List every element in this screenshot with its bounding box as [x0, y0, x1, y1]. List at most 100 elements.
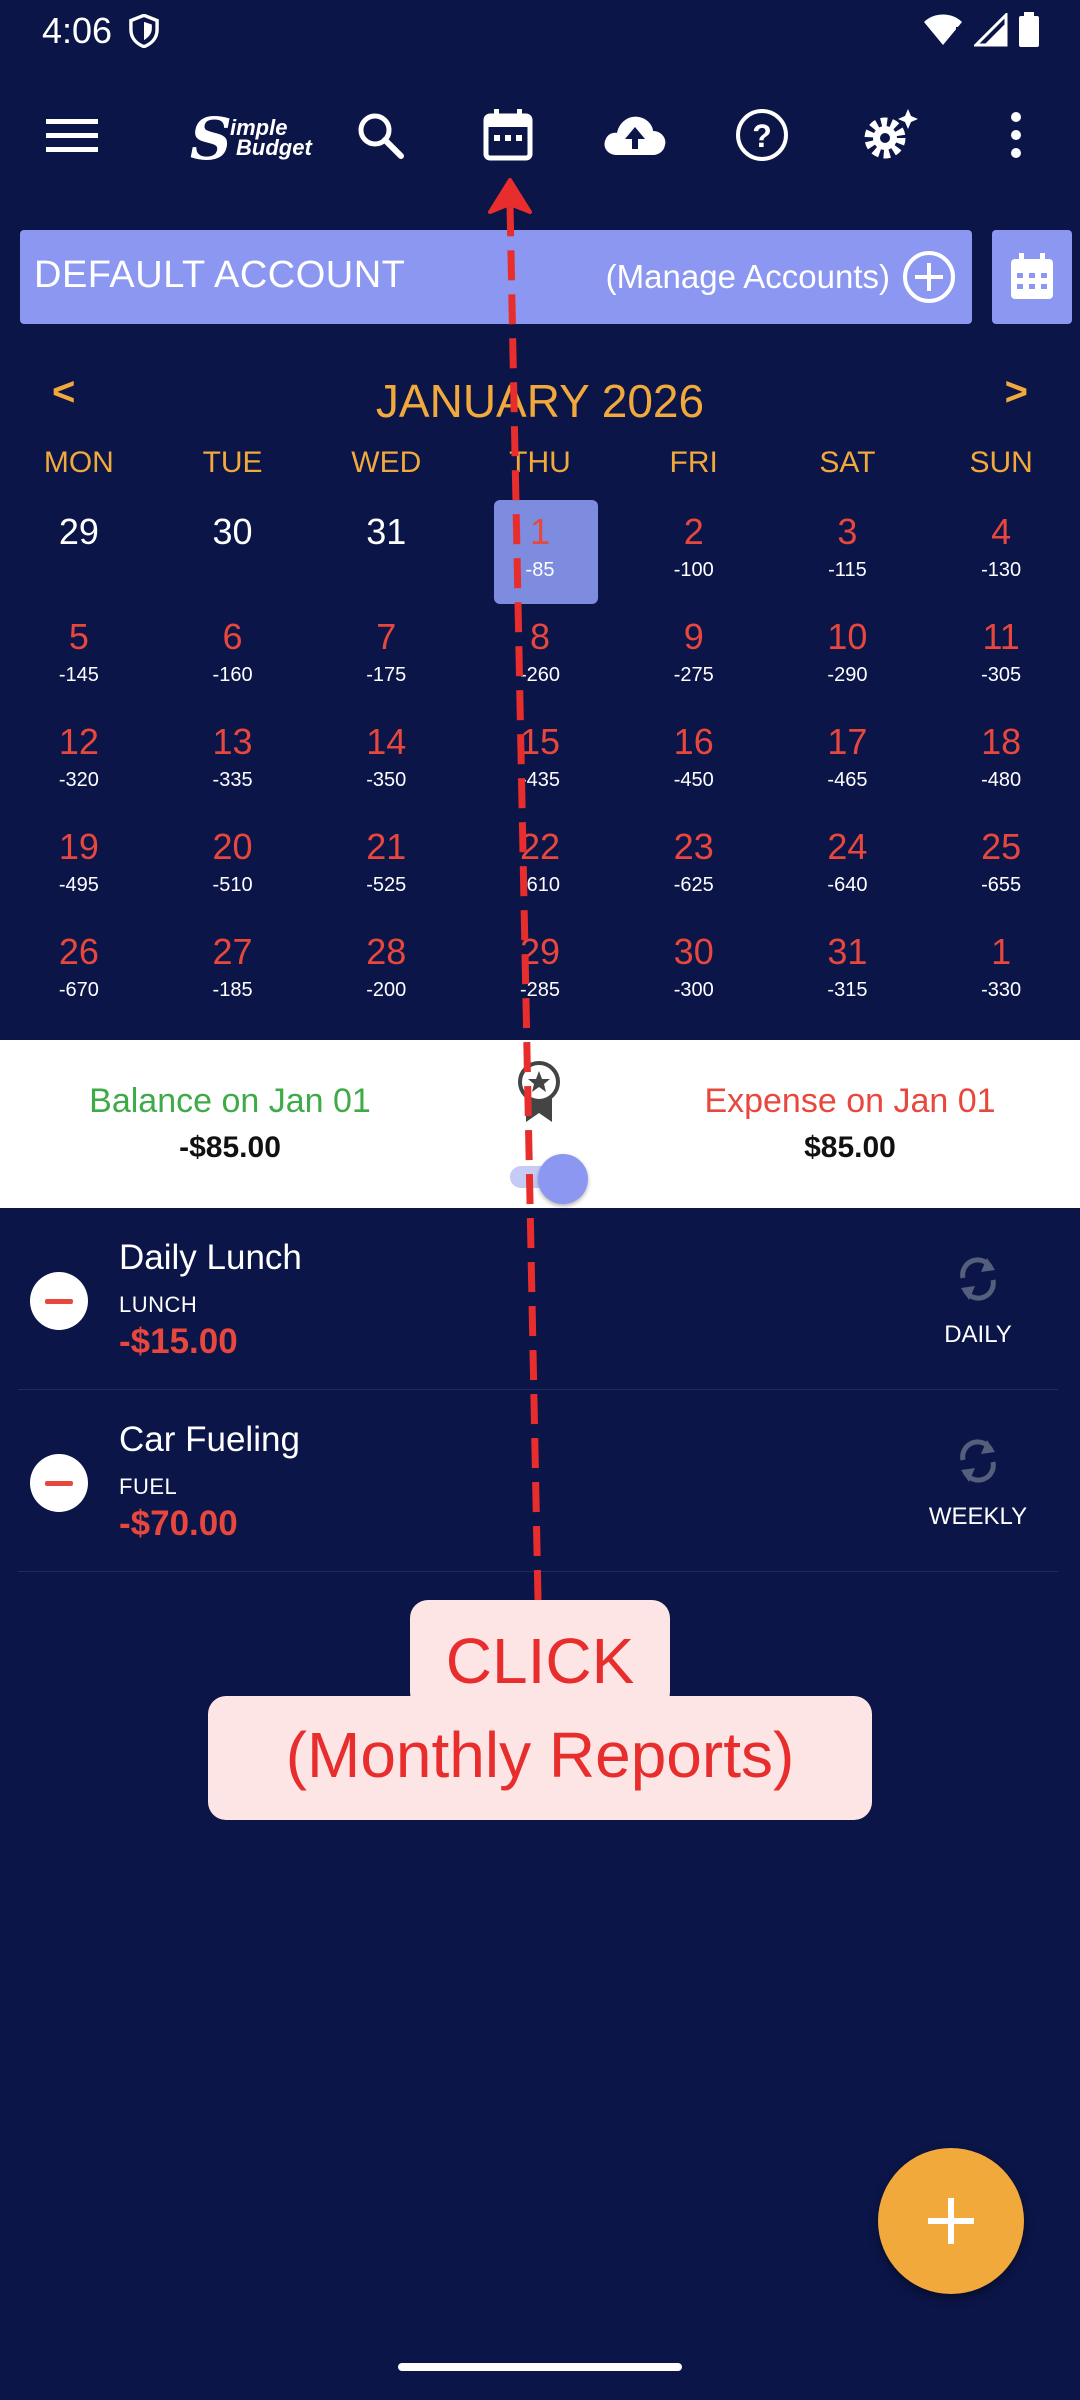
- help-icon[interactable]: ?: [722, 95, 802, 175]
- day-number: 2: [683, 511, 704, 552]
- day-amount: -625: [673, 874, 714, 896]
- more-options-icon[interactable]: [976, 95, 1056, 175]
- balance-label: Balance on Jan 01: [89, 1082, 371, 1120]
- calendar-day[interactable]: 25 -655: [924, 810, 1078, 915]
- day-number: 29: [519, 931, 561, 972]
- toggle-knob[interactable]: [538, 1154, 588, 1204]
- add-transaction-button[interactable]: [878, 2148, 1024, 2294]
- calendar-day[interactable]: 20 -510: [156, 810, 310, 915]
- calendar-day[interactable]: 13 -335: [156, 705, 310, 810]
- calendar-day[interactable]: 11 -305: [924, 600, 1078, 705]
- calendar-day[interactable]: 2 -100: [617, 495, 771, 600]
- calendar-day[interactable]: 17 -465: [771, 705, 925, 810]
- calendar-day[interactable]: 22 -610: [463, 810, 617, 915]
- recurrence-indicator: WEEKLY: [928, 1434, 1028, 1531]
- day-number: 3: [837, 511, 858, 552]
- calendar-day[interactable]: 23 -625: [617, 810, 771, 915]
- calendar-day[interactable]: 29: [2, 495, 156, 600]
- calendar-view-button[interactable]: [992, 230, 1072, 324]
- calendar-day[interactable]: 8 -260: [463, 600, 617, 705]
- balance-value: -$85.00: [179, 1131, 281, 1164]
- cloud-upload-icon[interactable]: [595, 95, 675, 175]
- settings-gear-icon[interactable]: [850, 95, 930, 175]
- calendar-day[interactable]: 10 -290: [771, 600, 925, 705]
- weekday-label: SUN: [969, 446, 1033, 479]
- day-number: 14: [366, 721, 407, 762]
- day-number: 1: [529, 511, 550, 552]
- day-amount: -670: [58, 979, 99, 1001]
- day-number: 31: [827, 931, 868, 972]
- day-amount: -115: [828, 559, 867, 581]
- day-number: 9: [683, 616, 704, 657]
- calendar-day[interactable]: 30 -300: [617, 915, 771, 1020]
- day-number: 31: [366, 511, 407, 552]
- calendar-day[interactable]: 5 -145: [2, 600, 156, 705]
- day-number: 12: [58, 721, 99, 762]
- transaction-item[interactable]: Car Fueling FUEL -$70.00 WEEKLY: [18, 1392, 1058, 1572]
- day-number: 24: [827, 826, 868, 867]
- calendar-day[interactable]: 6 -160: [156, 600, 310, 705]
- day-amount: -465: [827, 769, 868, 791]
- calendar-icon: [1011, 253, 1053, 299]
- home-indicator[interactable]: [398, 2363, 682, 2371]
- weekday-header: MON TUE WED THU FRI SAT SUN: [0, 446, 1080, 480]
- calendar-day[interactable]: 26 -670: [2, 915, 156, 1020]
- transaction-item[interactable]: Daily Lunch LUNCH -$15.00 DAILY: [18, 1210, 1058, 1390]
- calendar-day[interactable]: 4 -130: [924, 495, 1078, 600]
- add-circle-icon[interactable]: [902, 250, 956, 304]
- expense-label: Expense on Jan 01: [704, 1082, 996, 1120]
- account-selector[interactable]: DEFAULT ACCOUNT (Manage Accounts): [20, 230, 972, 324]
- calendar-day[interactable]: 29 -285: [463, 915, 617, 1020]
- day-amount: -100: [673, 559, 714, 581]
- day-amount: -85: [525, 559, 555, 581]
- calendar-day[interactable]: 7 -175: [309, 600, 463, 705]
- calendar-day-selected[interactable]: 1 -85: [463, 495, 617, 604]
- balance-expense-toggle[interactable]: [510, 1154, 588, 1204]
- calendar-day[interactable]: 21 -525: [309, 810, 463, 915]
- calendar-grid: 29 30 31 1 -85 2 -100 3 -115 4 -130 5 -145 6 -160 7 -175…: [0, 495, 1080, 1020]
- day-amount: -450: [673, 769, 714, 791]
- calendar-day[interactable]: 31: [309, 495, 463, 600]
- day-amount: -300: [673, 979, 714, 1001]
- weekday-label: FRI: [669, 446, 718, 479]
- calendar-day[interactable]: 1 -330: [924, 915, 1078, 1020]
- day-amount: -335: [212, 769, 253, 791]
- next-month-button[interactable]: >: [1005, 370, 1028, 415]
- calendar-report-icon[interactable]: [468, 95, 548, 175]
- status-bar: 4:06: [0, 0, 1080, 62]
- repeat-icon: [960, 1439, 996, 1483]
- logo-letter: S: [190, 105, 232, 173]
- day-number: 8: [529, 616, 550, 657]
- day-amount: -315: [827, 979, 868, 1001]
- calendar-day[interactable]: 28 -200: [309, 915, 463, 1020]
- calendar-day[interactable]: 31 -315: [771, 915, 925, 1020]
- calendar-day[interactable]: 30: [156, 495, 310, 600]
- day-number: 23: [673, 826, 714, 867]
- day-summary-panel: Balance on Jan 01 -$85.00 Expense on Jan…: [0, 1040, 1080, 1208]
- calendar-day[interactable]: 12 -320: [2, 705, 156, 810]
- day-amount: -130: [981, 559, 1022, 581]
- calendar-day[interactable]: 9 -275: [617, 600, 771, 705]
- day-number: 18: [981, 721, 1022, 762]
- menu-icon[interactable]: [32, 95, 112, 175]
- search-icon[interactable]: [340, 95, 420, 175]
- transaction-amount: -$15.00: [119, 1322, 238, 1361]
- calendar-day[interactable]: 19 -495: [2, 810, 156, 915]
- calendar-day[interactable]: 3 -115: [771, 495, 925, 600]
- battery-icon: [1019, 12, 1039, 47]
- day-number: 27: [212, 931, 253, 972]
- day-number: 17: [827, 721, 868, 762]
- calendar-header: < JANUARY 2026 >: [0, 370, 1080, 430]
- weekday-label: TUE: [202, 446, 263, 479]
- day-number: 11: [982, 616, 1020, 657]
- day-number: 22: [519, 826, 561, 867]
- calendar-day[interactable]: 18 -480: [924, 705, 1078, 810]
- calendar-day[interactable]: 14 -350: [309, 705, 463, 810]
- day-amount: -200: [366, 979, 407, 1001]
- calendar-day[interactable]: 27 -185: [156, 915, 310, 1020]
- calendar-day[interactable]: 16 -450: [617, 705, 771, 810]
- calendar-day[interactable]: 24 -640: [771, 810, 925, 915]
- plus-icon: [928, 2198, 974, 2244]
- manage-accounts-link[interactable]: (Manage Accounts): [606, 258, 890, 296]
- calendar-day[interactable]: 15 -435: [463, 705, 617, 810]
